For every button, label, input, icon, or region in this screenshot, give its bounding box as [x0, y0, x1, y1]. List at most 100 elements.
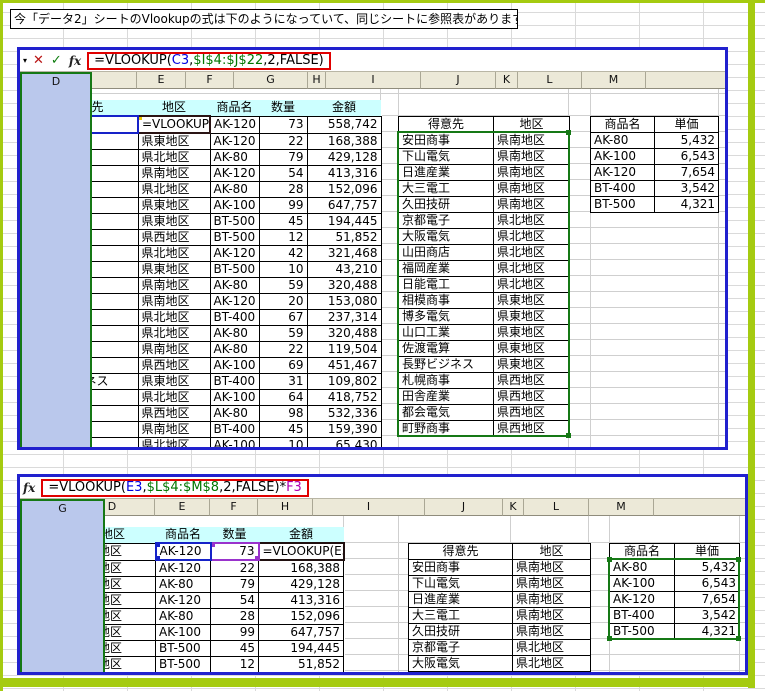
cell[interactable]: BT-500	[209, 229, 260, 246]
cell[interactable]: 安田商事	[32, 341, 139, 358]
cell[interactable]: 県北地区	[493, 260, 570, 277]
cell[interactable]: 日能電工	[398, 276, 494, 293]
col-header[interactable]: L	[524, 499, 589, 516]
cell[interactable]: AK-120	[154, 542, 212, 561]
cell[interactable]: 県東地区	[493, 340, 570, 357]
cell[interactable]: 119,504	[306, 341, 382, 358]
sheet-area[interactable]: 得意先 地区 商品名 数量 金額 大三電工県南地区AK-12073=VLOOKU…	[20, 516, 745, 672]
sheet-area[interactable]: 者 得意先 地区 商品名 数量 金額 大三電工=VLOOKUP(AK-12073…	[20, 89, 725, 447]
cell[interactable]: 31	[258, 373, 308, 390]
cell[interactable]: 194,445	[258, 640, 344, 657]
cell[interactable]: 都会電気	[32, 405, 139, 422]
cell[interactable]: BT-500	[209, 261, 260, 278]
cell[interactable]: 京都電子	[32, 325, 139, 342]
cell[interactable]: 佐渡電算	[398, 340, 494, 357]
cell[interactable]: AK-80	[155, 608, 211, 625]
cell[interactable]: 県北地区	[493, 276, 570, 293]
cell[interactable]: 県東地区	[137, 197, 211, 214]
cell[interactable]: 大阪電気	[408, 655, 513, 672]
cell[interactable]: 県南地区	[70, 542, 156, 561]
cell[interactable]: 県西地区	[137, 229, 211, 246]
col-header[interactable]: E	[155, 499, 210, 516]
cell[interactable]: 45	[210, 640, 259, 657]
cell[interactable]: AK-120	[590, 164, 655, 181]
cell[interactable]: 168,388	[258, 559, 344, 577]
cell[interactable]: 県南地区	[512, 575, 591, 592]
cell[interactable]: 153,080	[306, 293, 382, 310]
cell[interactable]: 10	[258, 437, 308, 447]
cell[interactable]: 日能電工	[32, 245, 139, 262]
cell[interactable]: AK-100	[155, 624, 211, 641]
col-header[interactable]: M	[589, 499, 654, 516]
cell[interactable]: 647,757	[306, 197, 382, 214]
col-header[interactable]: F	[186, 72, 234, 89]
insert-function-icon[interactable]: fx	[69, 54, 81, 68]
cell[interactable]: 県南地区	[137, 341, 211, 358]
cell[interactable]: 51,852	[306, 229, 382, 246]
col-header[interactable]: M	[582, 72, 646, 89]
col-header[interactable]: J	[425, 499, 503, 516]
cell[interactable]: 県南地区	[493, 164, 570, 181]
formula-input[interactable]: =VLOOKUP(C3, $I$4:$J$22,2,FALSE)	[87, 51, 331, 70]
col-header[interactable]: I	[313, 499, 425, 516]
cell[interactable]: 73	[258, 115, 308, 134]
cell[interactable]: 山田商店	[32, 437, 139, 447]
cell[interactable]: 山口工業	[20, 640, 71, 657]
cell[interactable]: 県南地区	[512, 623, 591, 640]
cell[interactable]: 22	[210, 559, 259, 577]
cell[interactable]: 日進産業	[408, 591, 513, 608]
cell[interactable]: 152,096	[306, 181, 382, 198]
cell[interactable]: 都会電気	[398, 404, 494, 421]
cell[interactable]: 大三電工	[32, 421, 139, 438]
cell[interactable]: BT-500	[609, 623, 675, 640]
cell[interactable]: 22	[258, 341, 308, 358]
cell[interactable]: 4,321	[654, 196, 719, 213]
cell[interactable]: 99	[210, 624, 259, 641]
cell[interactable]: 博多電気	[20, 624, 71, 641]
cell[interactable]: 県西地区	[70, 656, 156, 672]
cell[interactable]: 山田商店	[398, 244, 494, 261]
cell[interactable]: 町野商事	[398, 420, 494, 437]
cell[interactable]: 県北地区	[137, 149, 211, 166]
cell[interactable]: AK-120	[155, 559, 211, 577]
col-header[interactable]: C	[20, 499, 70, 516]
cell[interactable]: 73	[209, 542, 260, 561]
cell[interactable]: 43,210	[306, 261, 382, 278]
cell[interactable]: 県南地区	[493, 196, 570, 213]
cell[interactable]: 418,752	[306, 389, 382, 406]
cell[interactable]: 3,542	[674, 607, 740, 624]
cell[interactable]: 県西地区	[493, 388, 570, 405]
cell[interactable]: 45	[258, 213, 308, 230]
cell[interactable]: 県東地区	[70, 640, 156, 657]
cell[interactable]: 県南地区	[493, 148, 570, 165]
cell[interactable]: AK-80	[209, 181, 260, 198]
cell[interactable]: AK-120	[609, 591, 675, 608]
cancel-icon[interactable]: ✕	[33, 53, 44, 68]
cell[interactable]: 山口工業	[32, 213, 139, 230]
cell[interactable]: AK-80	[209, 325, 260, 342]
cell[interactable]: 県南地区	[512, 559, 591, 576]
cell[interactable]: 県東地区	[493, 356, 570, 373]
cell[interactable]: 320,488	[306, 325, 382, 342]
cell[interactable]: 長野ビジネス	[398, 356, 494, 373]
cell[interactable]: 県西地区	[493, 372, 570, 389]
cell[interactable]: 65,430	[306, 437, 382, 447]
cell[interactable]: 7,654	[654, 164, 719, 181]
cell[interactable]: AK-100	[209, 437, 260, 447]
cell[interactable]: 県北地区	[70, 576, 156, 593]
cell[interactable]: AK-120	[209, 245, 260, 262]
cell[interactable]: 647,757	[258, 624, 344, 641]
cell[interactable]: 県北地区	[137, 437, 211, 447]
cell[interactable]: 県西地区	[493, 404, 570, 421]
cell[interactable]: 県北地区	[493, 212, 570, 229]
cell[interactable]: 79	[258, 149, 308, 166]
cell[interactable]: 相模商事	[32, 132, 139, 150]
cell[interactable]: 64	[258, 389, 308, 406]
cell[interactable]: BT-500	[155, 640, 211, 657]
cell[interactable]: 168,388	[306, 132, 382, 150]
cell[interactable]: 3,542	[654, 180, 719, 197]
cell[interactable]: BT-500	[155, 656, 211, 672]
cell[interactable]: 田舎産業	[398, 388, 494, 405]
insert-function-icon[interactable]: fx	[23, 481, 35, 495]
cell[interactable]: 429,128	[258, 576, 344, 593]
